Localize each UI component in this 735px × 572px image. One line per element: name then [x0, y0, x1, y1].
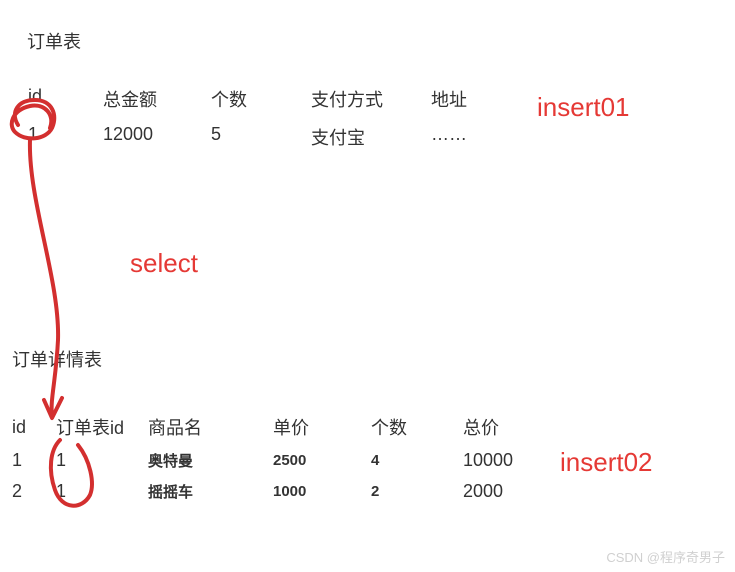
table1-cell-paymethod: 支付宝 [311, 124, 431, 150]
watermark: CSDN @程序奇男子 [606, 547, 725, 566]
table1-cell-count: 5 [211, 124, 311, 150]
table2-header-total: 总价 [463, 414, 543, 440]
table2-cell-orderid: 1 [56, 481, 148, 502]
table2-cell-count: 2 [371, 483, 463, 500]
table2-cell-id: 2 [12, 481, 56, 502]
table2-cell-id: 1 [12, 450, 56, 471]
table2-cell-count: 4 [371, 452, 463, 469]
table1-header-total: 总金额 [103, 86, 211, 112]
table1-cell-address: …… [431, 124, 511, 150]
table2-header-product: 商品名 [148, 414, 273, 440]
table1-header-id: id [28, 86, 103, 112]
table1-data-row: 1 12000 5 支付宝 …… [28, 124, 511, 150]
table1-header-paymethod: 支付方式 [311, 86, 431, 112]
table1-cell-total: 12000 [103, 124, 211, 150]
table1-header-count: 个数 [211, 86, 311, 112]
table2-header-id: id [12, 417, 56, 438]
table1-title: 订单表 [27, 28, 81, 54]
table2-header-row: id 订单表id 商品名 单价 个数 总价 [12, 414, 543, 440]
table2-data-row: 2 1 摇摇车 1000 2 2000 [12, 481, 543, 502]
table2: id 订单表id 商品名 单价 个数 总价 1 1 奥特曼 2500 4 100… [12, 414, 543, 512]
table2-cell-total: 2000 [463, 481, 543, 502]
arrow-annotation-icon [30, 140, 58, 415]
table2-title: 订单详情表 [12, 346, 102, 372]
insert01-label: insert01 [537, 92, 630, 123]
table2-cell-orderid: 1 [56, 450, 148, 471]
table2-cell-product: 摇摇车 [148, 481, 273, 502]
table2-cell-price: 2500 [273, 452, 371, 469]
table2-cell-price: 1000 [273, 483, 371, 500]
table2-header-count: 个数 [371, 414, 463, 440]
table2-cell-total: 10000 [463, 450, 543, 471]
select-label: select [130, 248, 198, 279]
table1-header-row: id 总金额 个数 支付方式 地址 [28, 86, 511, 112]
insert02-label: insert02 [560, 447, 653, 478]
table2-data-row: 1 1 奥特曼 2500 4 10000 [12, 450, 543, 471]
table2-cell-product: 奥特曼 [148, 450, 273, 471]
table1-header-address: 地址 [431, 86, 511, 112]
table1: id 总金额 个数 支付方式 地址 1 12000 5 支付宝 …… [28, 86, 511, 162]
table2-header-price: 单价 [273, 414, 371, 440]
table1-cell-id: 1 [28, 124, 103, 150]
table2-header-orderid: 订单表id [56, 414, 148, 440]
